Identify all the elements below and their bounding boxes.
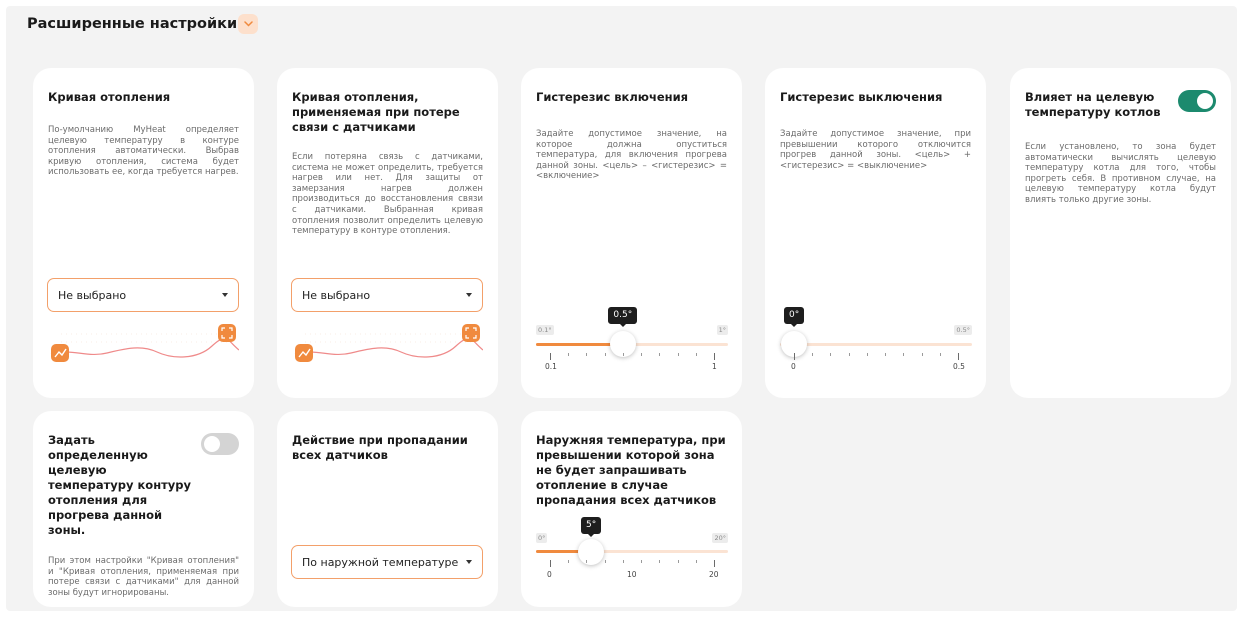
slider-tick	[586, 560, 588, 563]
tick-label-max: 0.5	[953, 362, 965, 371]
card-title: Действие при пропадании всех датчиков	[292, 433, 468, 462]
slider-tick	[714, 560, 715, 567]
slider-value-badge: 0°	[784, 307, 805, 327]
toggle-knob	[204, 436, 220, 452]
caret-down-icon	[222, 293, 228, 297]
slider-tick	[695, 560, 697, 563]
section-title: Расширенные настройки	[27, 16, 238, 32]
slider-tick	[885, 353, 887, 356]
select-value: Не выбрано	[58, 288, 127, 302]
slider-min-label: 0°	[536, 533, 548, 543]
slider-tick	[794, 353, 795, 360]
card-title: Гистерезис выключения	[780, 90, 943, 104]
slider-tick	[568, 353, 570, 356]
slider-max-label: 20°	[712, 533, 728, 543]
affects-boiler-toggle[interactable]	[1178, 90, 1216, 112]
tick-label-mid: 10	[627, 570, 637, 579]
card-title: Гистерезис включения	[536, 90, 689, 104]
heating-curve-select[interactable]: Не выбрано	[47, 278, 239, 312]
card-description: Задайте допустимое значение, на которое …	[536, 129, 727, 182]
slider-tick	[622, 560, 624, 563]
slider-tick	[958, 353, 959, 360]
slider-tick	[586, 353, 588, 356]
heating-curve-lost-select[interactable]: Не выбрано	[291, 278, 483, 312]
card-title: Кривая отопления, применяемая при потере…	[292, 90, 460, 134]
tick-label-min: 0.1	[545, 362, 557, 371]
card-description: Задайте допустимое значение, при превыше…	[780, 129, 971, 171]
sensor-loss-action-select[interactable]: По наружной температуре	[291, 545, 483, 579]
slider-tick	[830, 353, 832, 356]
slider-tick	[903, 353, 905, 356]
slider-tick	[641, 560, 643, 563]
outdoor-temp-slider[interactable]: 0° 20° 5° 0 10 20	[536, 517, 728, 581]
expand-icon[interactable]	[218, 324, 236, 342]
select-value: По наружной температуре	[302, 555, 459, 569]
card-title: Кривая отопления	[48, 90, 171, 104]
slider-tick	[604, 560, 606, 563]
caret-down-icon	[466, 560, 472, 564]
hysteresis-on-slider[interactable]: 0.1° 1° 0.5° 0.1 1	[536, 307, 728, 373]
slider-tick	[622, 353, 624, 356]
slider-tick	[641, 353, 643, 356]
slider-tick	[812, 353, 814, 356]
slider-tick	[677, 560, 679, 563]
slider-tick	[568, 560, 570, 563]
caret-down-icon	[466, 293, 472, 297]
slider-tick	[604, 353, 606, 356]
select-value: Не выбрано	[302, 288, 371, 302]
card-title: Наружняя температура, при превышении кот…	[536, 433, 726, 507]
slider-max-label: 1°	[716, 325, 728, 335]
expand-icon[interactable]	[462, 324, 480, 342]
card-description: Если потеряна связь с датчиками, система…	[292, 152, 483, 237]
tick-label-max: 1	[712, 362, 717, 371]
slider-tick	[939, 353, 941, 356]
slider-tick	[550, 353, 551, 360]
slider-tick	[659, 353, 661, 356]
card-title: Задать определенную целевую температуру …	[48, 433, 192, 537]
slider-min-label: 0.1°	[536, 325, 554, 335]
card-description: По-умолчанию MyHeat определяет целевую т…	[48, 125, 239, 178]
slider-tick	[921, 353, 923, 356]
slider-thumb[interactable]	[578, 539, 604, 565]
slider-tick	[714, 353, 715, 360]
card-affects-boiler: Влияет на целевую температуру котлов Есл…	[1010, 68, 1231, 398]
toggle-knob	[1197, 93, 1213, 109]
slider-tick	[677, 353, 679, 356]
slider-value-badge: 0.5°	[608, 307, 638, 327]
slider-max-label: 0.5°	[954, 325, 972, 335]
slider-tick	[550, 560, 551, 567]
card-title: Влияет на целевую температуру котлов	[1025, 90, 1161, 119]
collapse-button[interactable]	[238, 14, 258, 34]
slider-tick	[695, 353, 697, 356]
hysteresis-off-slider[interactable]: 0.5° 0° 0 0.5	[780, 307, 972, 373]
slider-value-badge: 5°	[581, 517, 602, 537]
heating-curve-lost-preview[interactable]	[291, 322, 483, 364]
slider-tick	[659, 560, 661, 563]
slider-tick	[848, 353, 850, 356]
tick-label-max: 20	[709, 570, 719, 579]
card-description: Если установлено, то зона будет автомати…	[1025, 142, 1216, 205]
heating-curve-preview[interactable]	[47, 322, 239, 364]
set-target-toggle[interactable]	[201, 433, 239, 455]
chevron-down-icon	[243, 21, 253, 27]
tick-label-min: 0	[547, 570, 552, 579]
card-description: При этом настройки "Кривая отопления" и …	[48, 556, 239, 598]
slider-tick	[866, 353, 868, 356]
tick-label-min: 0	[791, 362, 796, 371]
slider-track[interactable]	[780, 343, 972, 346]
